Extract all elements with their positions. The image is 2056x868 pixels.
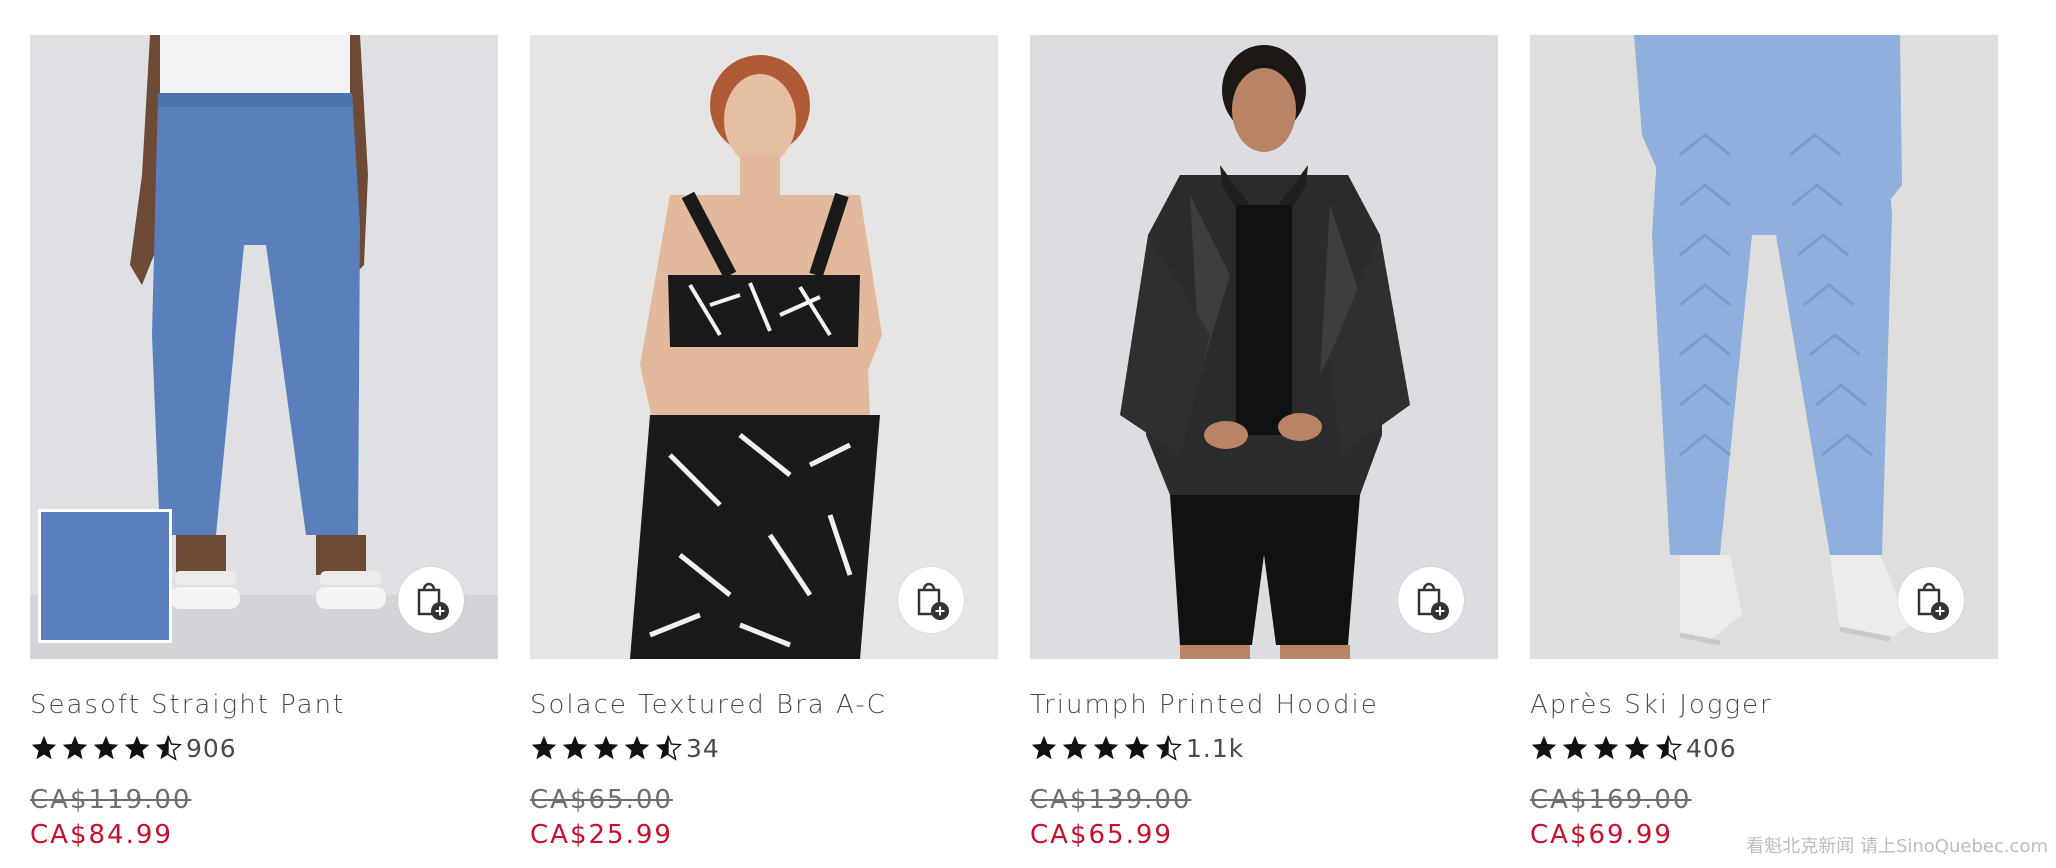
sale-price: CA$25.99	[530, 820, 673, 850]
review-count[interactable]: 906	[186, 734, 237, 763]
star-icon	[1624, 735, 1650, 760]
star-icon	[531, 735, 557, 760]
product-image[interactable]	[30, 35, 498, 659]
rating-stars	[530, 734, 682, 762]
star-icon	[124, 735, 150, 760]
star-icon	[1093, 735, 1119, 760]
star-icon	[593, 735, 619, 760]
add-to-bag-button[interactable]	[398, 567, 464, 633]
product-rating: 34	[530, 733, 998, 763]
shopping-bag-plus-icon	[1917, 582, 1949, 620]
half-star-icon	[155, 735, 182, 761]
half-star-icon	[655, 735, 682, 761]
product-rating: 406	[1530, 733, 1998, 763]
product-photo-jogger	[1530, 35, 1998, 659]
product-photo-bra	[530, 35, 998, 659]
rating-stars	[30, 734, 182, 762]
rating-stars	[1530, 734, 1682, 762]
review-count[interactable]: 34	[686, 734, 720, 763]
shopping-bag-plus-icon	[917, 582, 949, 620]
star-icon	[93, 735, 119, 760]
original-price: CA$139.00	[1030, 785, 1192, 815]
watermark-text: 看魁北克新闻 请上SinoQuebec.com	[1746, 836, 2048, 857]
original-price: CA$119.00	[30, 785, 192, 815]
star-icon	[1593, 735, 1619, 760]
product-name[interactable]: Solace Textured Bra A-C	[530, 689, 998, 721]
add-to-bag-button[interactable]	[1898, 567, 1964, 633]
star-icon	[624, 735, 650, 760]
shopping-bag-plus-icon	[417, 582, 449, 620]
star-icon	[1124, 735, 1150, 760]
sale-price: CA$65.99	[1030, 820, 1173, 850]
original-price: CA$169.00	[1530, 785, 1692, 815]
star-icon	[1562, 735, 1588, 760]
product-card[interactable]: Triumph Printed Hoodie 1.1k CA$139.00 CA…	[1030, 35, 1498, 850]
original-price: CA$65.00	[530, 785, 673, 815]
star-icon	[31, 735, 57, 760]
product-name[interactable]: Après Ski Jogger	[1530, 689, 1998, 721]
sale-price: CA$84.99	[30, 820, 173, 850]
add-to-bag-button[interactable]	[1398, 567, 1464, 633]
product-card[interactable]: Solace Textured Bra A-C 34 CA$65.00 CA$2…	[530, 35, 998, 850]
star-icon	[1062, 735, 1088, 760]
star-icon	[562, 735, 588, 760]
star-icon	[1531, 735, 1557, 760]
half-star-icon	[1655, 735, 1682, 761]
product-image[interactable]	[1030, 35, 1498, 659]
shopping-bag-plus-icon	[1417, 582, 1449, 620]
add-to-bag-button[interactable]	[898, 567, 964, 633]
half-star-icon	[1155, 735, 1182, 761]
product-photo-hoodie	[1030, 35, 1498, 659]
product-card[interactable]: Seasoft Straight Pant 906 CA$119.00 CA$8…	[30, 35, 498, 850]
product-name[interactable]: Triumph Printed Hoodie	[1030, 689, 1498, 721]
product-rating: 906	[30, 733, 498, 763]
product-card[interactable]: Après Ski Jogger 406 CA$169.00 CA$69.99	[1530, 35, 1998, 850]
product-image[interactable]	[1530, 35, 1998, 659]
product-name[interactable]: Seasoft Straight Pant	[30, 689, 498, 721]
review-count[interactable]: 1.1k	[1186, 734, 1244, 763]
star-icon	[1031, 735, 1057, 760]
star-icon	[62, 735, 88, 760]
review-count[interactable]: 406	[1686, 734, 1737, 763]
color-swatch[interactable]	[38, 509, 172, 643]
product-grid: Seasoft Straight Pant 906 CA$119.00 CA$8…	[30, 35, 1998, 850]
product-rating: 1.1k	[1030, 733, 1498, 763]
product-image[interactable]	[530, 35, 998, 659]
rating-stars	[1030, 734, 1182, 762]
